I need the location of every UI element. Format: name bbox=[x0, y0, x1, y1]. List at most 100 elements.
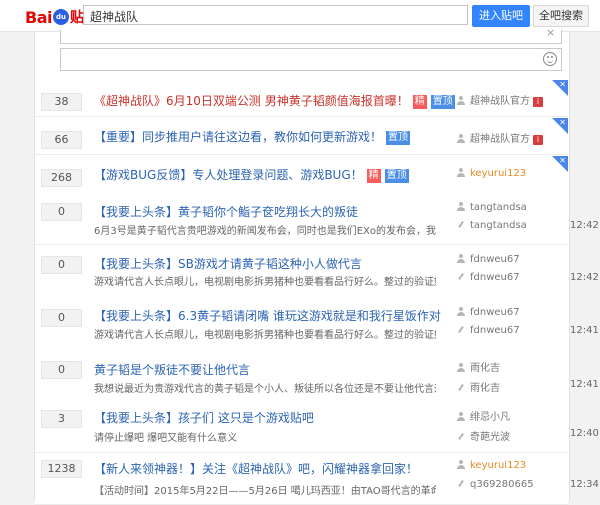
reply-count: 66 bbox=[41, 131, 82, 149]
baidu-paw-icon: du bbox=[52, 9, 69, 25]
thread-row[interactable]: 0 【我要上头条】黄子韬你个鮨子奁吃翔长大的叛徒 6月3号是黄子韬代言贵吧游戏的新闻… bbox=[35, 192, 599, 245]
author-icon bbox=[457, 412, 465, 421]
thread-author[interactable]: keyurui123 bbox=[457, 168, 526, 179]
author-name: keyurui123 bbox=[470, 460, 527, 471]
admin-corner-close-icon[interactable]: ✕ bbox=[552, 80, 568, 96]
author-name: keyurui123 bbox=[470, 168, 527, 179]
author-icon bbox=[457, 363, 465, 372]
reply-count: 3 bbox=[41, 410, 82, 428]
thread-abstract: 游戏请代言人长点眼儿，电视剧电影拆男猪种也要看看品行好么。整过的验证好意… bbox=[94, 277, 436, 288]
last-replier-name: q369280665 bbox=[470, 479, 534, 490]
thread-title-text: 【我要上头条】6.3黄子韬请闭嘴 谁玩这游戏就是和我行星饭作对 bbox=[94, 309, 441, 323]
thread-title-text: 黄子韬是个叛徒不要让他代言 bbox=[94, 363, 251, 377]
last-reply-time: 12:40 bbox=[570, 428, 599, 439]
author-name: tangtandsa bbox=[470, 202, 527, 213]
last-replier-name: 雨化吉 bbox=[470, 383, 500, 394]
last-replier[interactable]: 雨化吉 bbox=[457, 379, 500, 394]
last-reply-time: 12:41 bbox=[570, 325, 599, 336]
admin-corner-close-icon[interactable]: ✕ bbox=[552, 118, 568, 134]
author-name: 超神战队官方 bbox=[470, 96, 530, 107]
enter-tieba-button[interactable]: 进入贴吧 bbox=[472, 5, 530, 27]
author-name: 绯忌小凡 bbox=[470, 412, 510, 423]
thread-title-text: 【我要上头条】SB游戏才请黄子韬这种小人做代言 bbox=[94, 257, 362, 271]
thread-abstract: 游戏请代言人长点眼儿，电视剧电影拆男猪种也要看看品行好么。整过的验证好意… bbox=[94, 330, 436, 341]
thread-author[interactable]: 超神战队官方 i bbox=[457, 92, 543, 107]
author-name: fdnweu67 bbox=[470, 307, 520, 318]
logo-bai-text: Bai bbox=[25, 7, 52, 27]
thread-row[interactable]: 3 【我要上头条】孩子们 这只是个游戏贴吧请停止爆吧 爆吧又能有什么意义 绯忌小凡奇… bbox=[35, 400, 599, 453]
thread-title-link[interactable]: 【新人来领神器！】关注《超神战队》吧，闪耀神器拿回家！ bbox=[94, 460, 418, 477]
thread-abstract: 请停止爆吧 爆吧又能有什么意义 bbox=[94, 433, 238, 444]
thread-row[interactable]: 38 《超神战队》6月10日双端公测 男神黄子韬颜值海报首曝！精置顶 超神战队官方 i… bbox=[35, 80, 568, 117]
thread-row[interactable]: 0 【我要上头条】6.3黄子韬请闭嘴 谁玩这游戏就是和我行星饭作对 游戏请代言人长点… bbox=[35, 298, 599, 353]
reply-count: 0 bbox=[41, 256, 82, 274]
last-replier[interactable]: tangtandsa bbox=[457, 220, 527, 231]
thread-row[interactable]: 268 【游戏BUG反馈】专人处理登录问题、游戏BUG！精置顶 keyurui123… bbox=[35, 156, 568, 193]
thread-title-link[interactable]: 【我要上头条】SB游戏才请黄子韬这种小人做代言 bbox=[94, 255, 362, 272]
search-input[interactable]: 超神战队 bbox=[83, 5, 468, 25]
pinned-badge: 置顶 bbox=[430, 95, 455, 109]
featured-badge: 精 bbox=[412, 95, 427, 109]
thread-title-link[interactable]: 【游戏BUG反馈】专人处理登录问题、游戏BUG！精置顶 bbox=[94, 166, 409, 183]
thread-row[interactable]: 1238 【新人来领神器！】关注《超神战队》吧，闪耀神器拿回家！ 【活动时间】201… bbox=[35, 454, 599, 505]
author-name: 雨化吉 bbox=[470, 363, 500, 374]
thread-abstract: 我想说最近为贵游戏代言的黄子韬是个小人、叛徒所以各位还是不要让他代言这游… bbox=[94, 384, 436, 395]
corner-x-icon: ✕ bbox=[559, 156, 566, 165]
reply-pen-icon bbox=[457, 479, 465, 488]
last-replier[interactable]: fdnweu67 bbox=[457, 272, 520, 283]
thread-title-link[interactable]: 【我要上头条】6.3黄子韬请闭嘴 谁玩这游戏就是和我行星饭作对 bbox=[94, 307, 441, 324]
last-replier[interactable]: q369280665 bbox=[457, 479, 534, 490]
last-replier-name: tangtandsa bbox=[470, 220, 527, 231]
emoji-icon[interactable] bbox=[543, 52, 557, 66]
thread-title-text: 【我要上头条】黄子韬你个鮨子奁吃翔长大的叛徒 bbox=[94, 205, 359, 219]
thread-author[interactable]: 超神战队官方 i bbox=[457, 130, 543, 145]
author-icon bbox=[457, 460, 465, 469]
thread-title-text: 《超神战队》6月10日双端公测 男神黄子韬颜值海报首曝！ bbox=[94, 94, 409, 108]
reply-count: 0 bbox=[41, 361, 82, 379]
thread-title-link[interactable]: 《超神战队》6月10日双端公测 男神黄子韬颜值海报首曝！精置顶 bbox=[94, 92, 455, 109]
thread-author[interactable]: fdnweu67 bbox=[457, 307, 520, 318]
quick-reply-content-field[interactable] bbox=[60, 48, 562, 71]
author-icon bbox=[457, 307, 465, 316]
featured-badge: 精 bbox=[366, 169, 381, 183]
author-icon bbox=[457, 202, 465, 211]
thread-title-link[interactable]: 黄子韬是个叛徒不要让他代言 bbox=[94, 361, 250, 378]
last-replier-name: fdnweu67 bbox=[470, 325, 520, 336]
official-info-icon: i bbox=[533, 97, 543, 107]
thread-row[interactable]: 0 黄子韬是个叛徒不要让他代言我想说最近为贵游戏代言的黄子韬是个小人、叛徒所以各位… bbox=[35, 352, 599, 407]
last-reply-time: 12:41 bbox=[570, 379, 599, 390]
admin-corner-close-icon[interactable]: ✕ bbox=[552, 156, 568, 172]
reply-count: 38 bbox=[41, 93, 82, 111]
thread-author[interactable]: keyurui123 bbox=[457, 460, 526, 471]
author-icon bbox=[457, 168, 465, 177]
reply-count: 0 bbox=[41, 309, 82, 327]
quick-reply-title-field[interactable] bbox=[60, 30, 562, 44]
reply-pen-icon bbox=[457, 220, 465, 229]
corner-x-icon: ✕ bbox=[559, 118, 566, 127]
thread-author[interactable]: fdnweu67 bbox=[457, 254, 520, 265]
pinned-badge: 置顶 bbox=[384, 169, 409, 183]
author-icon bbox=[457, 134, 465, 143]
last-replier[interactable]: 奇葩光波 bbox=[457, 428, 510, 443]
thread-title-link[interactable]: 【重要】同步推用户请往这边看，教你如何更新游戏！ 置顶 bbox=[94, 128, 411, 145]
reply-pen-icon bbox=[457, 272, 465, 281]
close-icon[interactable]: × bbox=[546, 26, 555, 39]
author-icon bbox=[457, 254, 465, 263]
reply-count: 0 bbox=[41, 203, 82, 221]
thread-title-link[interactable]: 【我要上头条】孩子们 这只是个游戏贴吧 bbox=[94, 409, 314, 426]
thread-row[interactable]: 66 【重要】同步推用户请往这边看，教你如何更新游戏！ 置顶 超神战队官方 i ✕ bbox=[35, 118, 568, 155]
pinned-badge: 置顶 bbox=[386, 131, 411, 145]
thread-row[interactable]: 0 【我要上头条】SB游戏才请黄子韬这种小人做代言游戏请代言人长点眼儿，电视剧电影… bbox=[35, 245, 599, 299]
corner-x-icon: ✕ bbox=[559, 80, 566, 89]
thread-author[interactable]: tangtandsa bbox=[457, 202, 527, 213]
reply-pen-icon bbox=[457, 432, 465, 441]
last-replier[interactable]: fdnweu67 bbox=[457, 325, 520, 336]
thread-author[interactable]: 绯忌小凡 bbox=[457, 408, 510, 423]
all-search-button[interactable]: 全吧搜索 bbox=[533, 5, 589, 27]
author-name: fdnweu67 bbox=[470, 254, 520, 265]
author-name: 超神战队官方 bbox=[470, 134, 530, 145]
thread-title-text: 【新人来领神器！】关注《超神战队》吧，闪耀神器拿回家！ bbox=[94, 462, 419, 476]
thread-abstract: 6月3号是黄子韬代言贵吧游戏的新闻发布会，同时也是我们EXo的发布会，我就不… bbox=[94, 226, 436, 237]
thread-author[interactable]: 雨化吉 bbox=[457, 359, 500, 374]
thread-title-link[interactable]: 【我要上头条】黄子韬你个鮨子奁吃翔长大的叛徒 bbox=[94, 203, 358, 220]
